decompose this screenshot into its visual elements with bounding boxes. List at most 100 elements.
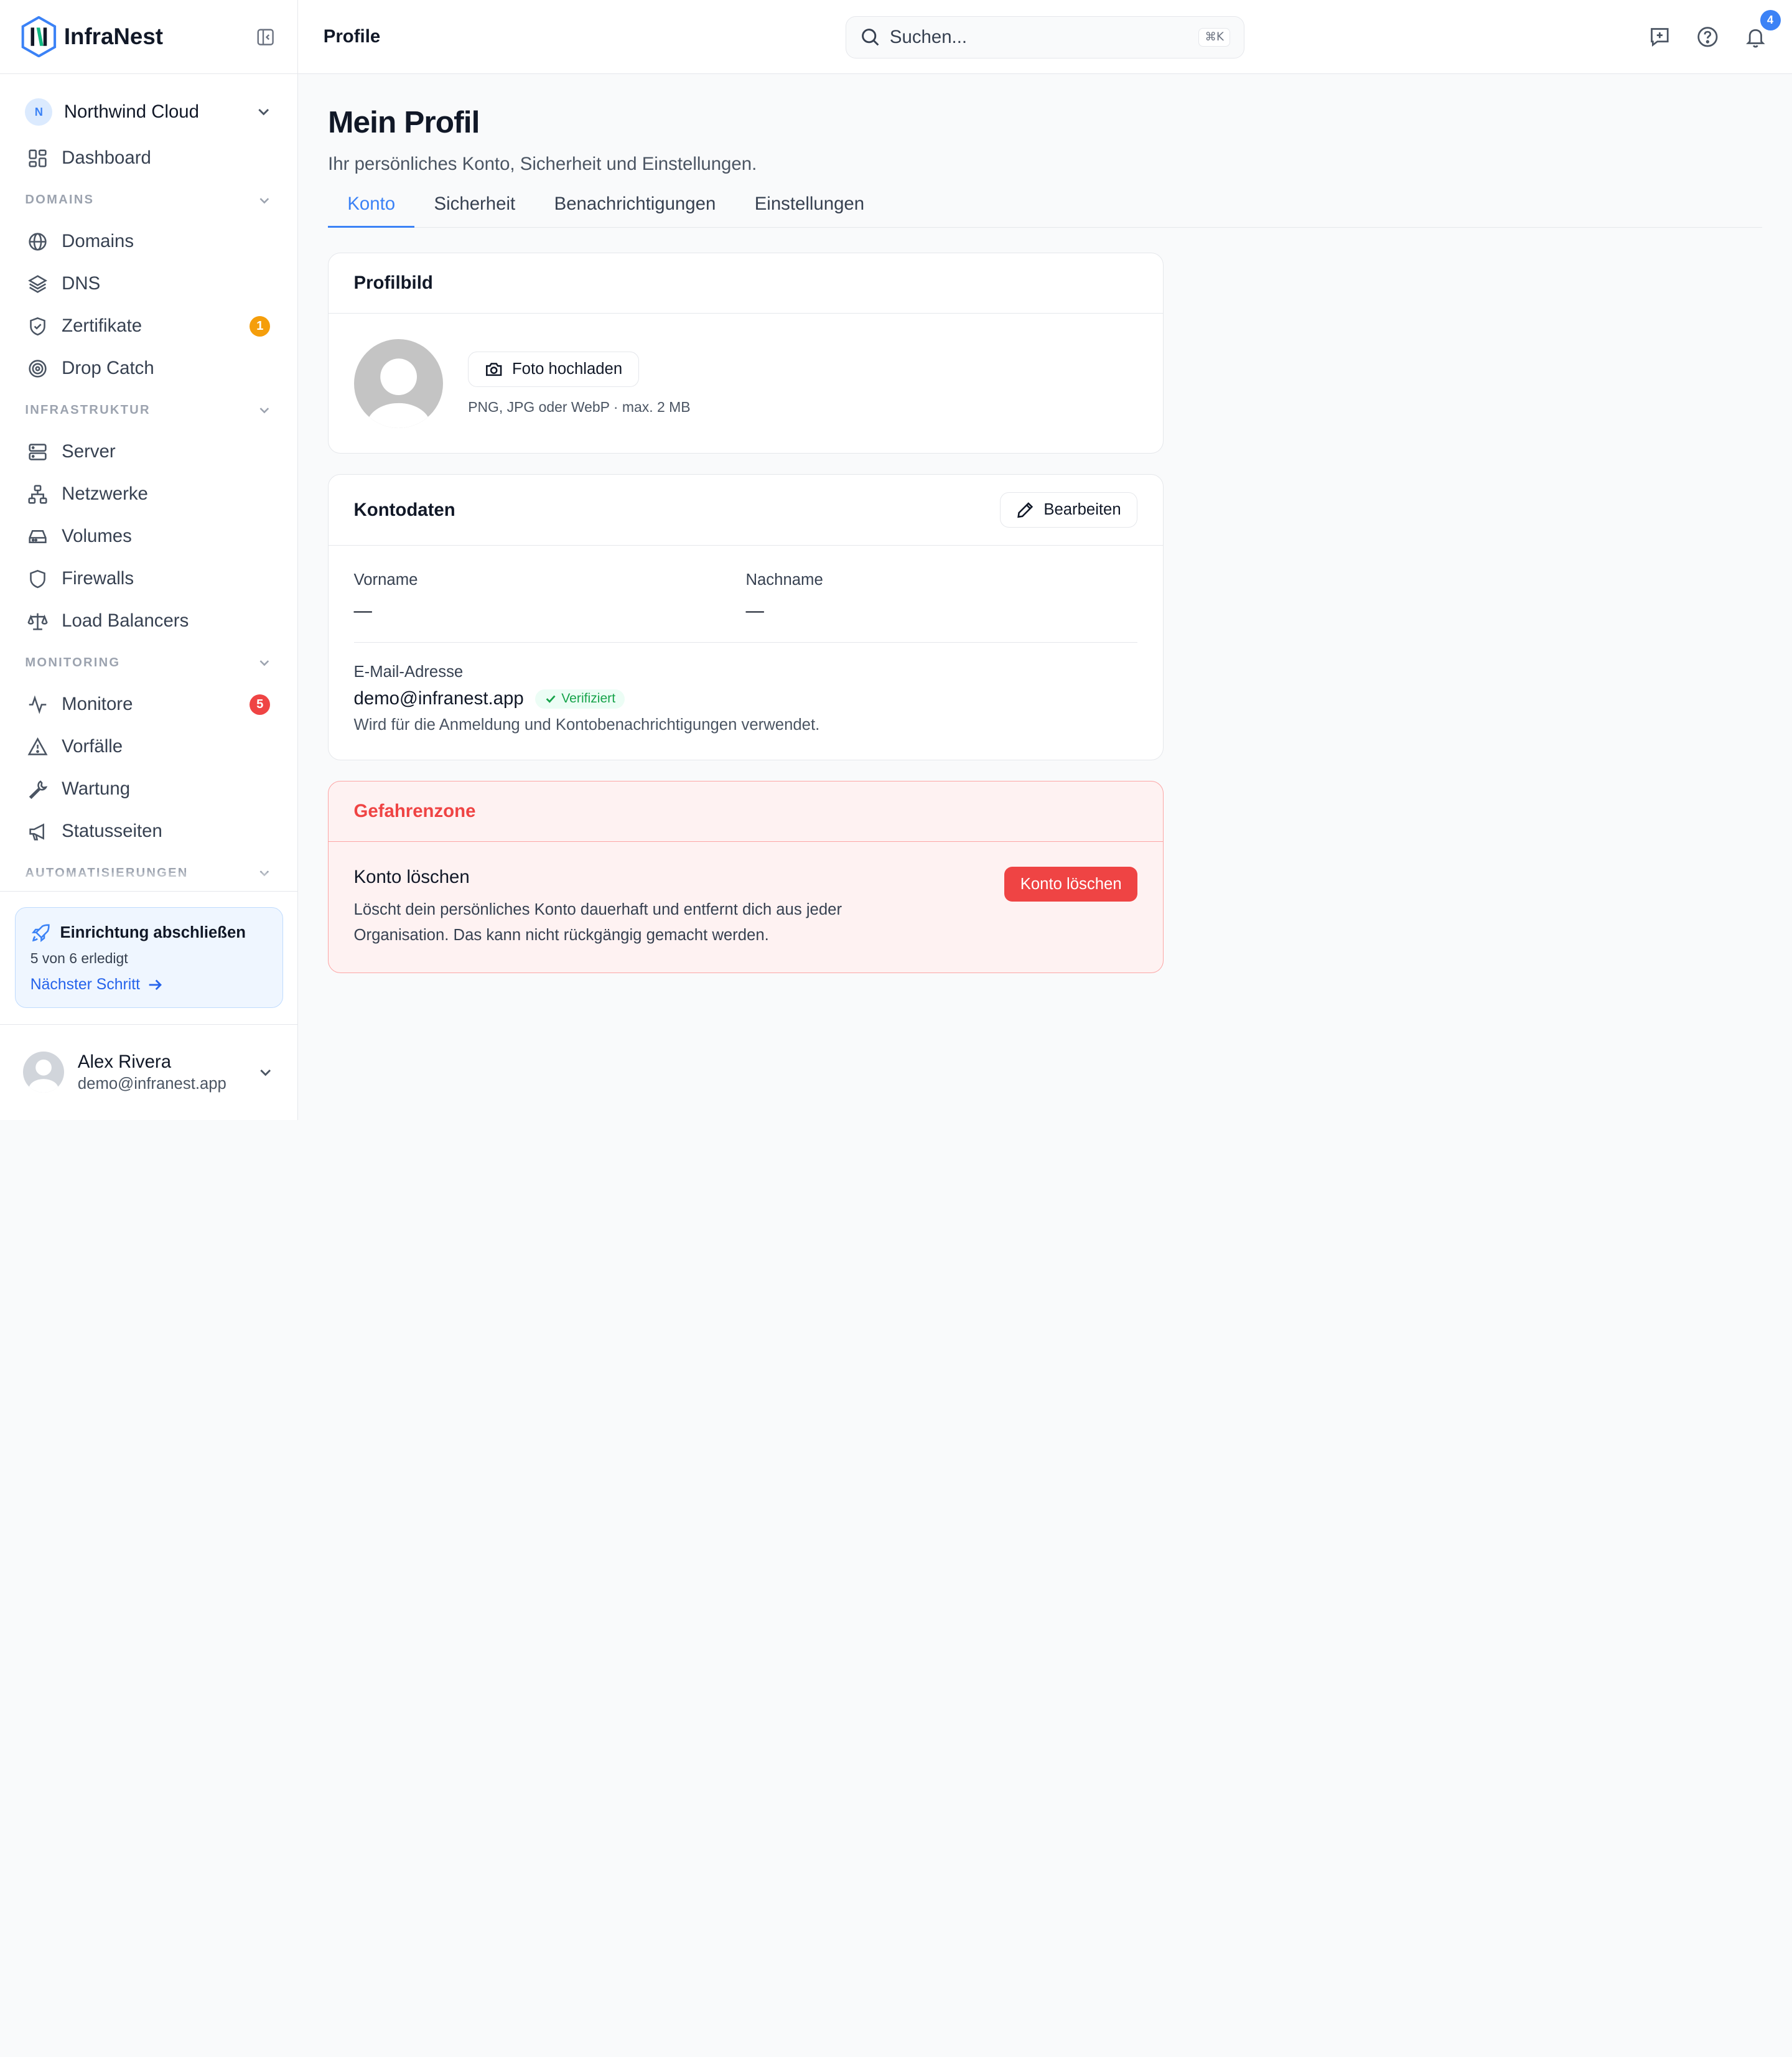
search-box[interactable]: ⌘K xyxy=(846,16,1245,58)
network-icon xyxy=(27,484,48,505)
brand-name: InfraNest xyxy=(63,24,163,50)
section-label: MONITORING xyxy=(25,655,121,669)
sidebar-item-label: DNS xyxy=(62,273,101,294)
infranest-logo-icon xyxy=(21,16,57,58)
pencil-icon xyxy=(1016,501,1034,519)
search-input[interactable] xyxy=(889,26,1190,48)
sidebar-item-volumes[interactable]: Volumes xyxy=(16,515,282,557)
card-title: Kontodaten xyxy=(353,499,455,520)
sidebar-item-domains[interactable]: Domains xyxy=(16,220,282,263)
server-icon xyxy=(27,442,48,462)
delete-account-button[interactable]: Konto löschen xyxy=(1004,867,1138,902)
brand-logo[interactable]: InfraNest xyxy=(21,16,163,58)
page-subtitle: Ihr persönliches Konto, Sicherheit und E… xyxy=(328,154,757,175)
sidebar-item-load-balancers[interactable]: Load Balancers xyxy=(16,600,282,642)
upload-photo-button[interactable]: Foto hochladen xyxy=(468,352,639,388)
user-info: Alex Rivera demo@infranest.app xyxy=(78,1052,243,1093)
delete-account-title: Konto löschen xyxy=(353,867,470,888)
sidebar-item-firewalls[interactable]: Firewalls xyxy=(16,557,282,600)
sidebar-item-networks[interactable]: Netzwerke xyxy=(16,473,282,515)
search-shortcut: ⌘K xyxy=(1198,27,1231,47)
collapse-sidebar-icon[interactable] xyxy=(254,26,278,49)
sidebar: InfraNest N Northwind Cloud Dashboard DO… xyxy=(0,0,299,1120)
setup-progress: 5 von 6 erledigt xyxy=(30,950,128,967)
org-switcher[interactable]: N Northwind Cloud xyxy=(16,95,282,129)
email-field: E-Mail-Adresse demo@infranest.app Verifi… xyxy=(354,643,1138,734)
bell-icon[interactable]: 4 xyxy=(1744,9,1781,49)
section-monitoring[interactable]: MONITORING xyxy=(16,642,282,683)
topbar: Profile ⌘K 4 xyxy=(298,0,1792,75)
topbar-actions: 4 xyxy=(1648,0,1781,74)
app-root: InfraNest N Northwind Cloud Dashboard DO… xyxy=(0,0,1792,1120)
sidebar-item-label: Monitore xyxy=(62,694,133,715)
user-email: demo@infranest.app xyxy=(77,1075,226,1093)
topbar-title: Profile xyxy=(323,26,381,47)
search-icon xyxy=(860,27,880,47)
chevron-down-icon xyxy=(256,1063,274,1081)
upload-hint: PNG, JPG oder WebP · max. 2 MB xyxy=(468,398,691,415)
shield-check-icon xyxy=(27,316,48,337)
camera-icon xyxy=(485,360,503,378)
globe-icon xyxy=(27,231,48,252)
edit-button[interactable]: Bearbeiten xyxy=(999,492,1138,528)
tab-account[interactable]: Konto xyxy=(328,187,415,228)
section-domains[interactable]: DOMAINS xyxy=(16,179,282,220)
sidebar-item-label: Vorfälle xyxy=(62,736,123,757)
page-title: Mein Profil xyxy=(328,105,480,140)
first-name-value: — xyxy=(353,600,372,622)
tab-security[interactable]: Sicherheit xyxy=(414,187,534,228)
setup-title: Einrichtung abschließen xyxy=(30,923,268,943)
sidebar-item-monitors[interactable]: Monitore 5 xyxy=(16,683,282,725)
sidebar-item-label: Wartung xyxy=(62,778,131,800)
section-label: DOMAINS xyxy=(25,192,95,207)
tab-notifications[interactable]: Benachrichtigungen xyxy=(534,187,735,228)
notification-badge: 4 xyxy=(1760,9,1781,30)
sidebar-item-label: Server xyxy=(62,441,116,462)
chevron-down-icon xyxy=(256,192,273,208)
layers-icon xyxy=(27,274,48,294)
user-name: Alex Rivera xyxy=(77,1051,172,1072)
feedback-icon[interactable] xyxy=(1648,26,1671,49)
sidebar-item-certificates[interactable]: Zertifikate 1 xyxy=(16,305,282,347)
hard-drive-icon xyxy=(27,526,48,547)
activity-icon xyxy=(27,694,48,715)
org-avatar: N xyxy=(25,98,53,126)
rocket-icon xyxy=(30,923,51,943)
target-icon xyxy=(27,358,48,379)
section-label: INFRASTRUKTUR xyxy=(25,403,151,417)
sidebar-item-maintenance[interactable]: Wartung xyxy=(16,768,282,810)
sidebar-item-dashboard[interactable]: Dashboard xyxy=(16,137,282,179)
warning-icon xyxy=(27,737,48,757)
help-icon[interactable] xyxy=(1696,26,1719,49)
tab-settings[interactable]: Einstellungen xyxy=(735,187,884,228)
sidebar-item-dropcatch[interactable]: Drop Catch xyxy=(16,347,282,389)
first-name-label: Vorname xyxy=(353,571,418,589)
profile-tabs: Konto Sicherheit Benachrichtigungen Eins… xyxy=(328,187,1763,228)
card-title: Profilbild xyxy=(329,253,1163,314)
chevron-down-icon xyxy=(254,103,273,121)
sidebar-item-label: Statusseiten xyxy=(62,821,162,842)
section-infrastructure[interactable]: INFRASTRUKTUR xyxy=(16,389,282,431)
first-name-field: Vorname — xyxy=(354,571,746,622)
sidebar-item-dns[interactable]: DNS xyxy=(16,263,282,305)
sidebar-item-server[interactable]: Server xyxy=(16,431,282,473)
sidebar-item-label: Domains xyxy=(62,231,134,252)
sidebar-nav: N Northwind Cloud Dashboard DOMAINS Doma… xyxy=(0,74,298,891)
sidebar-item-incidents[interactable]: Vorfälle xyxy=(16,725,282,768)
chevron-down-icon xyxy=(256,402,273,418)
megaphone-icon xyxy=(27,821,48,842)
last-name-field: Nachname — xyxy=(745,571,1137,622)
setup-title-text: Einrichtung abschließen xyxy=(60,924,246,942)
edit-label: Bearbeiten xyxy=(1043,501,1121,519)
user-menu[interactable]: Alex Rivera demo@infranest.app xyxy=(0,1024,298,1120)
scale-icon xyxy=(27,611,48,632)
email-note: Wird für die Anmeldung und Kontobenachri… xyxy=(353,716,820,734)
sidebar-item-label: Netzwerke xyxy=(62,483,148,505)
next-step-link[interactable]: Nächster Schritt xyxy=(30,976,268,994)
setup-card[interactable]: Einrichtung abschließen 5 von 6 erledigt… xyxy=(14,907,283,1008)
sidebar-item-label: Firewalls xyxy=(62,568,134,589)
org-name: Northwind Cloud xyxy=(63,101,199,122)
sidebar-item-statuspages[interactable]: Statusseiten xyxy=(16,810,282,852)
email-label: E-Mail-Adresse xyxy=(353,663,464,681)
email-value: demo@infranest.app xyxy=(353,688,524,709)
